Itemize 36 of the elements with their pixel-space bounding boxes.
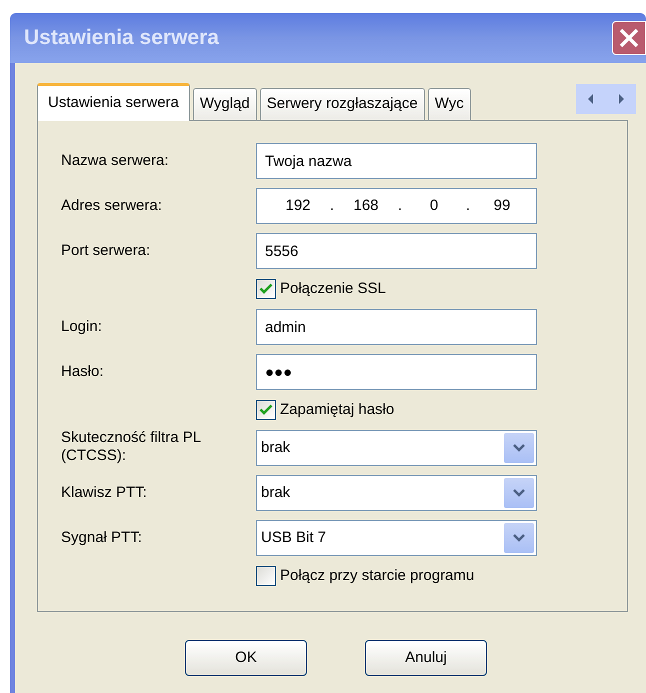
window-title: Ustawienia serwera (24, 25, 220, 52)
field-label: Klawisz PTT: (61, 484, 148, 502)
field-label: Adres serwera: (61, 197, 163, 215)
text-field[interactable]: ●●● (256, 354, 537, 390)
ip-address-field[interactable]: 192 . 168 . 0 . 99 (256, 188, 537, 224)
close-icon (618, 27, 640, 49)
dropdown[interactable]: brak (256, 430, 537, 466)
checkmark-icon (259, 404, 273, 416)
tab[interactable]: Wygląd (192, 88, 257, 120)
checkbox-label: Połącz przy starcie programu (280, 566, 474, 586)
field-label: Login: (61, 318, 103, 336)
tab[interactable]: Serwery rozgłaszające (260, 88, 425, 120)
dropdown[interactable]: USB Bit 7 (256, 520, 537, 556)
checkbox-label: Zapamiętaj hasło (280, 400, 394, 420)
chevron-down-icon (504, 433, 534, 463)
tab[interactable]: Ustawienia serwera (37, 83, 190, 121)
text-field[interactable]: admin (256, 309, 537, 345)
checkbox[interactable] (256, 566, 276, 586)
text-field[interactable]: Twoja nazwa (256, 143, 537, 179)
dialog-button[interactable]: OK (185, 640, 307, 676)
field-label: Port serwera: (61, 242, 152, 260)
chevron-down-icon (504, 478, 534, 508)
dropdown[interactable]: brak (256, 475, 537, 511)
field-label: Skuteczność filtra PL (CTCSS): (61, 428, 202, 464)
checkmark-icon (259, 283, 273, 295)
checkbox[interactable] (256, 400, 276, 420)
chevron-down-icon (504, 523, 534, 553)
checkbox[interactable] (256, 279, 276, 299)
field-label: Hasło: (61, 363, 105, 381)
checkbox-label: Połączenie SSL (280, 278, 386, 299)
dialog-button[interactable]: Anuluj (365, 640, 487, 676)
field-label: Sygnał PTT: (61, 529, 143, 547)
field-label: Nazwa serwera: (61, 152, 170, 170)
tab[interactable]: Wyc (428, 88, 471, 120)
close-button[interactable] (612, 21, 646, 55)
text-field[interactable]: 5556 (256, 233, 537, 269)
